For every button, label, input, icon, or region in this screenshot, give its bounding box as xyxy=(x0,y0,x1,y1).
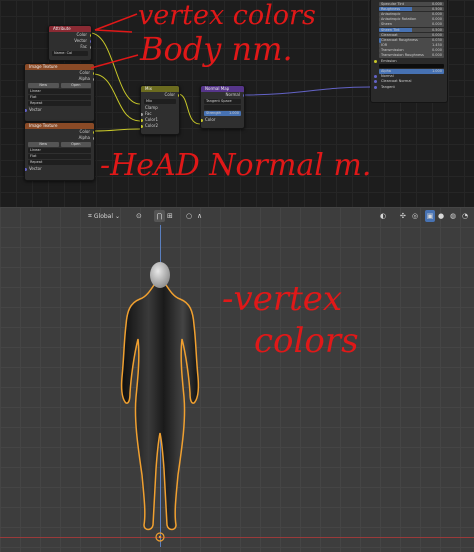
extension-select[interactable]: Repeat xyxy=(28,160,91,165)
property-name: Anisotropic xyxy=(381,11,401,16)
new-image-button[interactable]: New xyxy=(28,83,59,88)
annotation-vertex-colors-viewport: -vertex xyxy=(222,279,343,319)
bsdf-property-slider[interactable]: Anisotropic 0.000 xyxy=(379,11,444,17)
projection-select[interactable]: Flat xyxy=(28,154,91,159)
emission-row[interactable]: Emission xyxy=(373,59,444,64)
property-value: 0.000 xyxy=(431,53,442,58)
property-name: Transmission Roughness xyxy=(381,53,424,58)
socket-vector-in[interactable]: Vector xyxy=(25,107,94,113)
socket-color-out[interactable]: Color xyxy=(141,92,179,98)
strength-field[interactable]: Strength 1.000 xyxy=(204,111,241,116)
property-value: 0.500 xyxy=(431,27,442,32)
bsdf-property-slider[interactable]: Transmission Roughness 0.000 xyxy=(379,53,444,59)
property-value: 0.500 xyxy=(431,6,442,11)
viewport-3d[interactable]: ⌗ Global ⌄ ⊙ ⋂ ⊞ ○ ∧ ◐ ✣ ◎ ▣ ● ◍ ◔ -vert… xyxy=(0,207,474,552)
property-value: 0.030 xyxy=(431,37,442,42)
open-image-button[interactable]: Open xyxy=(60,142,91,147)
socket-normal-out[interactable]: Normal xyxy=(201,92,244,98)
body xyxy=(120,284,200,531)
new-image-button[interactable]: New xyxy=(28,142,59,147)
interpolation-select[interactable]: Linear xyxy=(28,89,91,94)
annotation-colors-viewport: colors xyxy=(254,321,359,361)
clearcoat-normal-socket[interactable]: Clearcoat Normal xyxy=(373,79,444,84)
blend-mode-select[interactable]: Mix xyxy=(144,99,176,104)
tangent-socket[interactable]: Tangent xyxy=(373,85,444,90)
property-name: Transmission xyxy=(381,48,404,53)
projection-select[interactable]: Flat xyxy=(28,95,91,100)
emission-color-swatch[interactable] xyxy=(379,63,444,69)
head xyxy=(150,262,170,288)
open-image-button[interactable]: Open xyxy=(60,83,91,88)
annotation-vertex-colors: vertex colors xyxy=(138,0,316,31)
property-value: 0.000 xyxy=(431,11,442,16)
socket-label: Color xyxy=(76,32,87,37)
property-name: Clearcoat Roughness xyxy=(381,37,418,42)
property-name: Sheen xyxy=(381,22,392,27)
attribute-node[interactable]: Attribute Color Vector Fac Name: Col xyxy=(48,25,92,61)
bsdf-property-slider[interactable]: Roughness 0.500 xyxy=(379,6,444,12)
image-buttons: New Open xyxy=(28,83,91,88)
attribute-name-field[interactable]: Name: Col xyxy=(52,51,88,56)
socket-color-in[interactable]: Color xyxy=(201,117,244,123)
mix-node[interactable]: Mix Color Mix Clamp Fac Color1 Color2 xyxy=(140,85,180,135)
socket-fac[interactable]: Fac xyxy=(49,44,91,50)
property-name: Sheen Tint xyxy=(381,27,400,32)
uv-map-field[interactable] xyxy=(204,105,241,110)
property-value: 0.000 xyxy=(431,32,442,37)
property-name: Specular Tint xyxy=(381,1,405,6)
annotation-body-nm: Body nm. xyxy=(140,30,293,68)
bsdf-property-slider[interactable]: Clearcoat Roughness 0.030 xyxy=(379,37,444,43)
human-character-mesh[interactable] xyxy=(0,207,474,552)
bsdf-property-list: Specular Tint 0.000 Roughness 0.500 Anisotro… xyxy=(371,1,447,59)
space-select[interactable]: Tangent Space xyxy=(204,99,241,104)
property-value: 0.000 xyxy=(431,17,442,22)
bsdf-property-slider[interactable]: Sheen Tint 0.500 xyxy=(379,27,444,33)
link-mix-to-normalmap xyxy=(177,93,201,125)
alpha-slider[interactable]: Alpha 1.000 xyxy=(379,69,444,74)
property-name: Clearcoat xyxy=(381,32,398,37)
socket-vector-in[interactable]: Vector xyxy=(25,166,94,172)
socket-color2-in[interactable]: Color2 xyxy=(141,123,179,129)
property-value: 1.450 xyxy=(431,43,442,48)
bsdf-property-slider[interactable]: Transmission 0.000 xyxy=(379,48,444,53)
socket-alpha[interactable]: Alpha xyxy=(25,135,94,141)
socket-label: Vector xyxy=(74,38,87,43)
bsdf-property-slider[interactable]: Specular Tint 0.000 xyxy=(379,1,444,7)
image-texture-body-node[interactable]: Image Texture Color Alpha New Open Linea… xyxy=(24,63,95,122)
property-name: IOR xyxy=(381,43,388,48)
socket-label: Fac xyxy=(80,44,87,49)
socket-alpha[interactable]: Alpha xyxy=(25,76,94,82)
bsdf-property-slider[interactable]: Clearcoat 0.000 xyxy=(379,32,444,38)
interpolation-select[interactable]: Linear xyxy=(28,148,91,153)
link-head-tex-to-mix xyxy=(92,128,141,132)
shader-editor[interactable]: Attribute Color Vector Fac Name: Col Ima… xyxy=(0,0,474,207)
property-name: Anisotropic Rotation xyxy=(381,17,417,22)
bsdf-property-slider[interactable]: Anisotropic Rotation 0.000 xyxy=(379,17,444,22)
property-value: 0.000 xyxy=(431,1,442,6)
property-name: Roughness xyxy=(381,6,401,11)
bsdf-property-slider[interactable]: Sheen 0.000 xyxy=(379,22,444,27)
link-normalmap-to-bsdf xyxy=(242,86,371,96)
annotation-head-normal-map: -HeAD Normal m. xyxy=(100,148,372,183)
property-value: 0.000 xyxy=(431,48,442,53)
image-texture-head-node[interactable]: Image Texture Color Alpha New Open Linea… xyxy=(24,122,95,181)
image-buttons: New Open xyxy=(28,142,91,147)
property-value: 0.000 xyxy=(431,22,442,27)
bsdf-property-slider[interactable]: IOR 1.450 xyxy=(379,43,444,48)
normal-socket[interactable]: Normal xyxy=(373,74,444,79)
annotation-arrow xyxy=(90,54,139,69)
extension-select[interactable]: Repeat xyxy=(28,101,91,106)
normal-map-node[interactable]: Normal Map Normal Tangent Space Strength… xyxy=(200,85,245,129)
principled-bsdf-node[interactable]: Specular Tint 0.000 Roughness 0.500 Anisotro… xyxy=(370,0,448,103)
